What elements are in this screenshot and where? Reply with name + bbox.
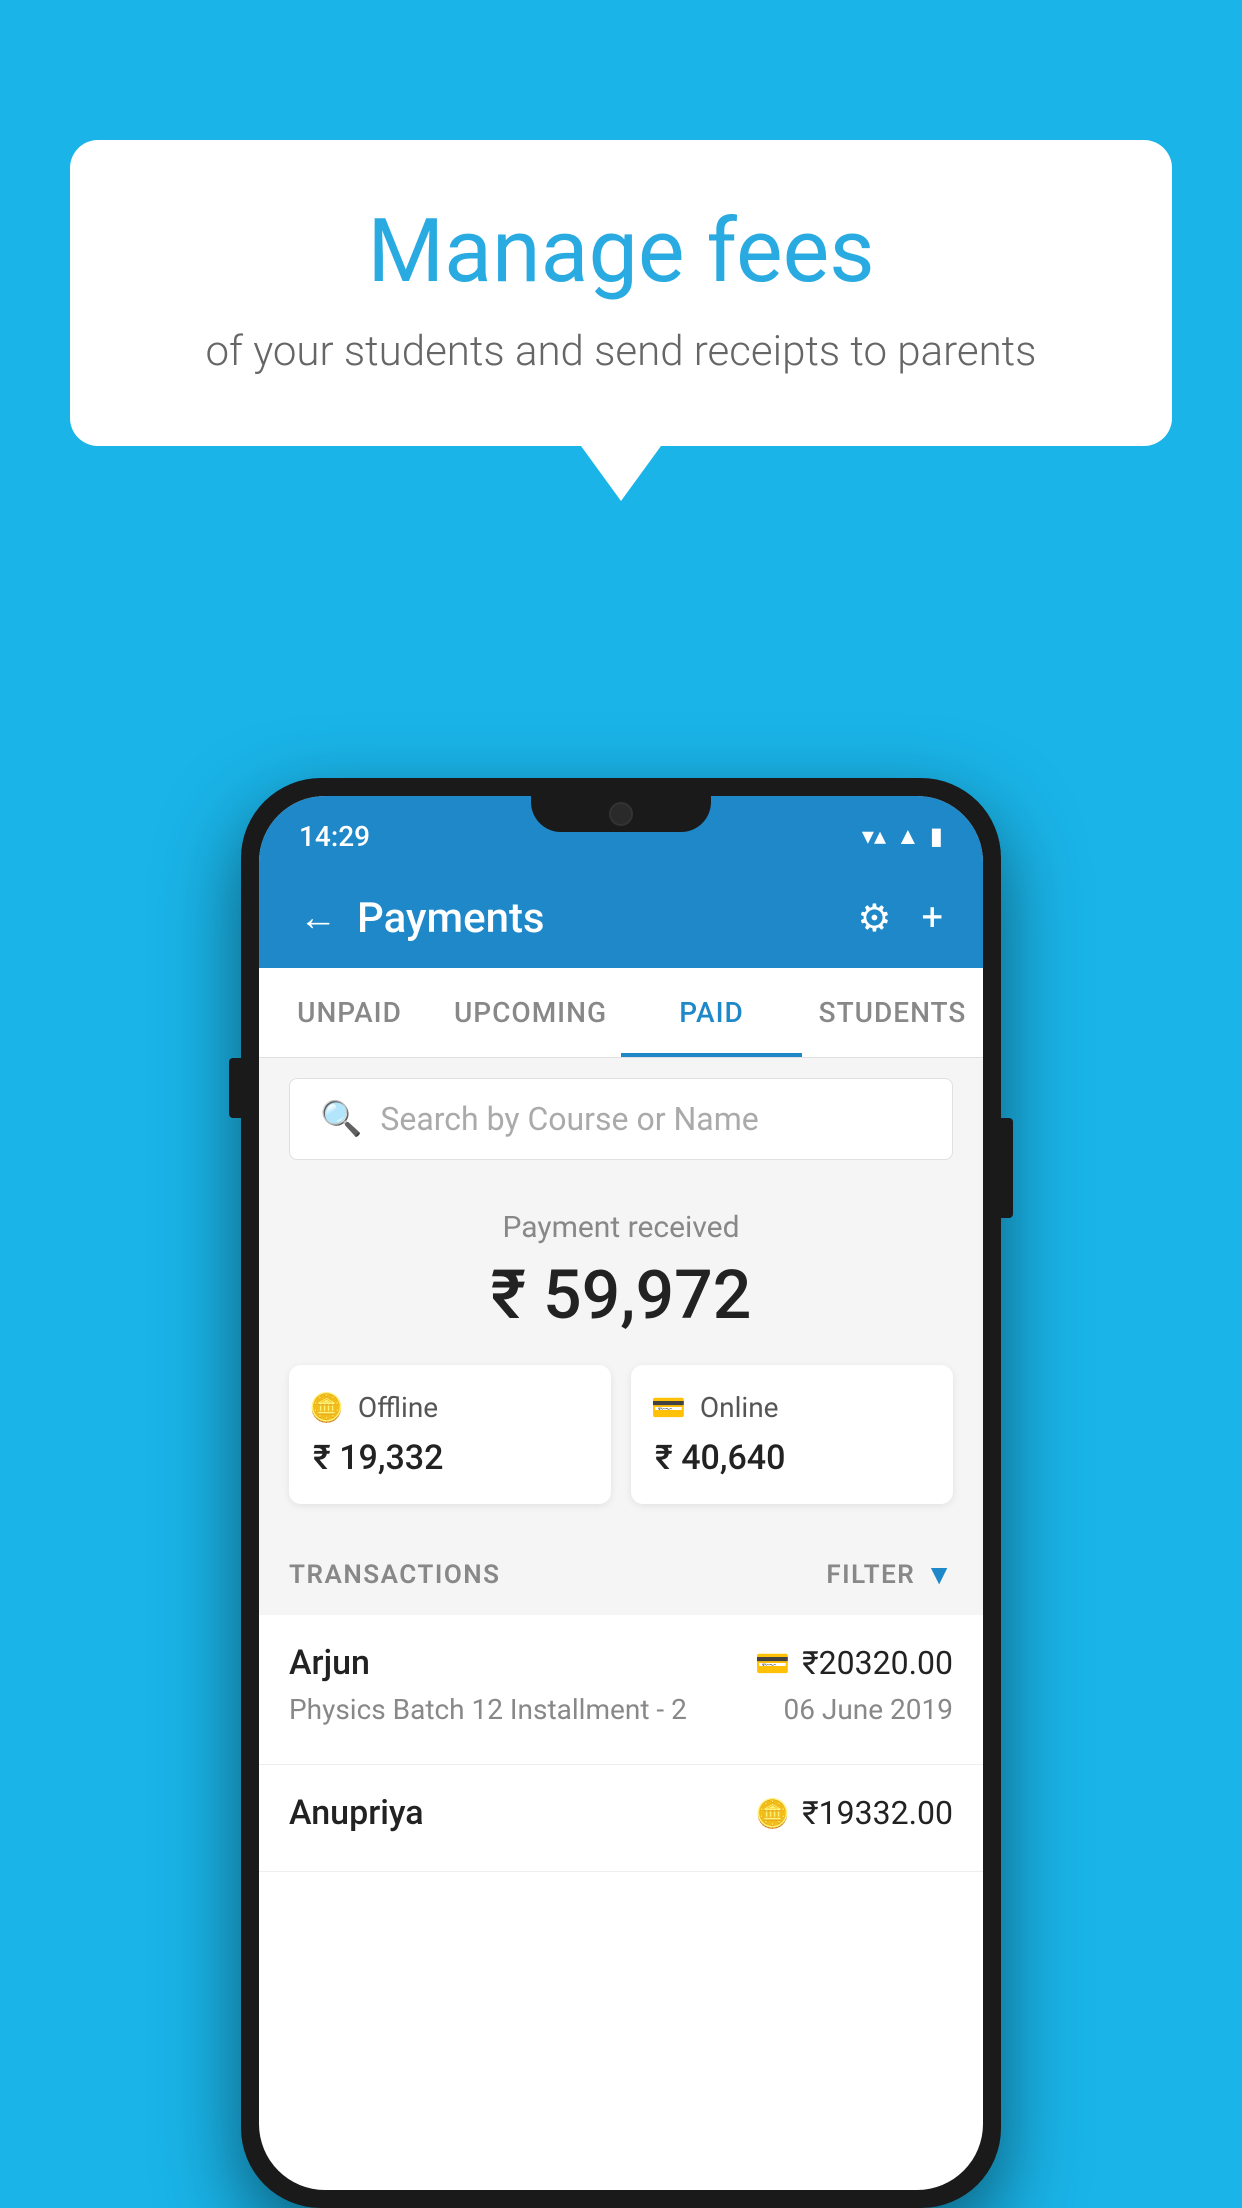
online-icon: 💳 [651, 1391, 686, 1424]
header-left: ← Payments [299, 894, 545, 943]
transaction-mode-icon-1: 💳 [755, 1647, 790, 1680]
online-card-header: 💳 Online [651, 1391, 933, 1424]
offline-amount: ₹ 19,332 [309, 1438, 591, 1478]
phone-notch [531, 796, 711, 832]
online-card: 💳 Online ₹ 40,640 [631, 1365, 953, 1504]
transaction-date-1: 06 June 2019 [783, 1693, 953, 1726]
transaction-detail-row-1: Physics Batch 12 Installment - 2 06 June… [289, 1693, 953, 1726]
filter-icon: ▼ [925, 1558, 953, 1591]
transaction-row-1: Arjun 💳 ₹20320.00 [289, 1643, 953, 1683]
transaction-amount-2: ₹19332.00 [802, 1794, 953, 1832]
status-time: 14:29 [299, 820, 370, 853]
online-amount: ₹ 40,640 [651, 1438, 933, 1478]
app-header: ← Payments ⚙ + [259, 868, 983, 968]
wifi-icon: ▾▴ [862, 822, 886, 850]
transaction-mode-icon-2: 🪙 [755, 1797, 790, 1830]
search-bar[interactable]: 🔍 Search by Course or Name [289, 1078, 953, 1160]
transactions-label: TRANSACTIONS [289, 1560, 501, 1590]
search-placeholder: Search by Course or Name [380, 1100, 758, 1138]
phone-camera [609, 802, 633, 826]
status-icons: ▾▴ ▲ ▮ [862, 822, 943, 851]
payment-cards: 🪙 Offline ₹ 19,332 💳 Online ₹ 40,640 [289, 1365, 953, 1504]
battery-icon: ▮ [930, 822, 943, 850]
transactions-header: TRANSACTIONS FILTER ▼ [259, 1534, 983, 1615]
search-container: 🔍 Search by Course or Name [259, 1058, 983, 1180]
transaction-row-2: Anupriya 🪙 ₹19332.00 [289, 1793, 953, 1833]
transaction-amount-container-1: 💳 ₹20320.00 [755, 1644, 953, 1682]
phone-inner: 14:29 ▾▴ ▲ ▮ ← Payments ⚙ + [259, 796, 983, 2190]
tab-students[interactable]: STUDENTS [802, 968, 983, 1057]
signal-icon: ▲ [896, 822, 920, 851]
bubble-subtitle: of your students and send receipts to pa… [150, 327, 1092, 376]
phone-wrapper: 14:29 ▾▴ ▲ ▮ ← Payments ⚙ + [241, 778, 1001, 2208]
payment-received-section: Payment received ₹ 59,972 🪙 Offline ₹ 19… [259, 1180, 983, 1534]
payment-total-amount: ₹ 59,972 [289, 1255, 953, 1335]
transaction-name-1: Arjun [289, 1643, 370, 1683]
offline-card: 🪙 Offline ₹ 19,332 [289, 1365, 611, 1504]
header-title: Payments [357, 894, 545, 943]
bubble-arrow [581, 446, 661, 501]
bubble-title: Manage fees [150, 200, 1092, 303]
header-right: ⚙ + [857, 896, 943, 941]
transaction-course-1: Physics Batch 12 Installment - 2 [289, 1693, 687, 1726]
filter-label: FILTER [826, 1560, 915, 1590]
filter-container[interactable]: FILTER ▼ [826, 1558, 953, 1591]
gear-icon[interactable]: ⚙ [857, 896, 891, 941]
speech-bubble: Manage fees of your students and send re… [70, 140, 1172, 446]
offline-label: Offline [358, 1391, 438, 1424]
add-icon[interactable]: + [921, 896, 943, 940]
speech-bubble-wrapper: Manage fees of your students and send re… [70, 140, 1172, 501]
online-label: Online [700, 1391, 779, 1424]
transaction-item-2[interactable]: Anupriya 🪙 ₹19332.00 [259, 1765, 983, 1872]
tab-unpaid[interactable]: UNPAID [259, 968, 440, 1057]
offline-card-header: 🪙 Offline [309, 1391, 591, 1424]
payment-received-label: Payment received [289, 1210, 953, 1245]
transaction-item[interactable]: Arjun 💳 ₹20320.00 Physics Batch 12 Insta… [259, 1615, 983, 1765]
back-button[interactable]: ← [299, 896, 337, 940]
tab-paid[interactable]: PAID [621, 968, 802, 1057]
transaction-amount-1: ₹20320.00 [802, 1644, 953, 1682]
tabs-container: UNPAID UPCOMING PAID STUDENTS [259, 968, 983, 1058]
offline-icon: 🪙 [309, 1391, 344, 1424]
phone-outer: 14:29 ▾▴ ▲ ▮ ← Payments ⚙ + [241, 778, 1001, 2208]
transaction-amount-container-2: 🪙 ₹19332.00 [755, 1794, 953, 1832]
transaction-name-2: Anupriya [289, 1793, 424, 1833]
search-icon: 🔍 [320, 1099, 362, 1139]
tab-upcoming[interactable]: UPCOMING [440, 968, 621, 1057]
